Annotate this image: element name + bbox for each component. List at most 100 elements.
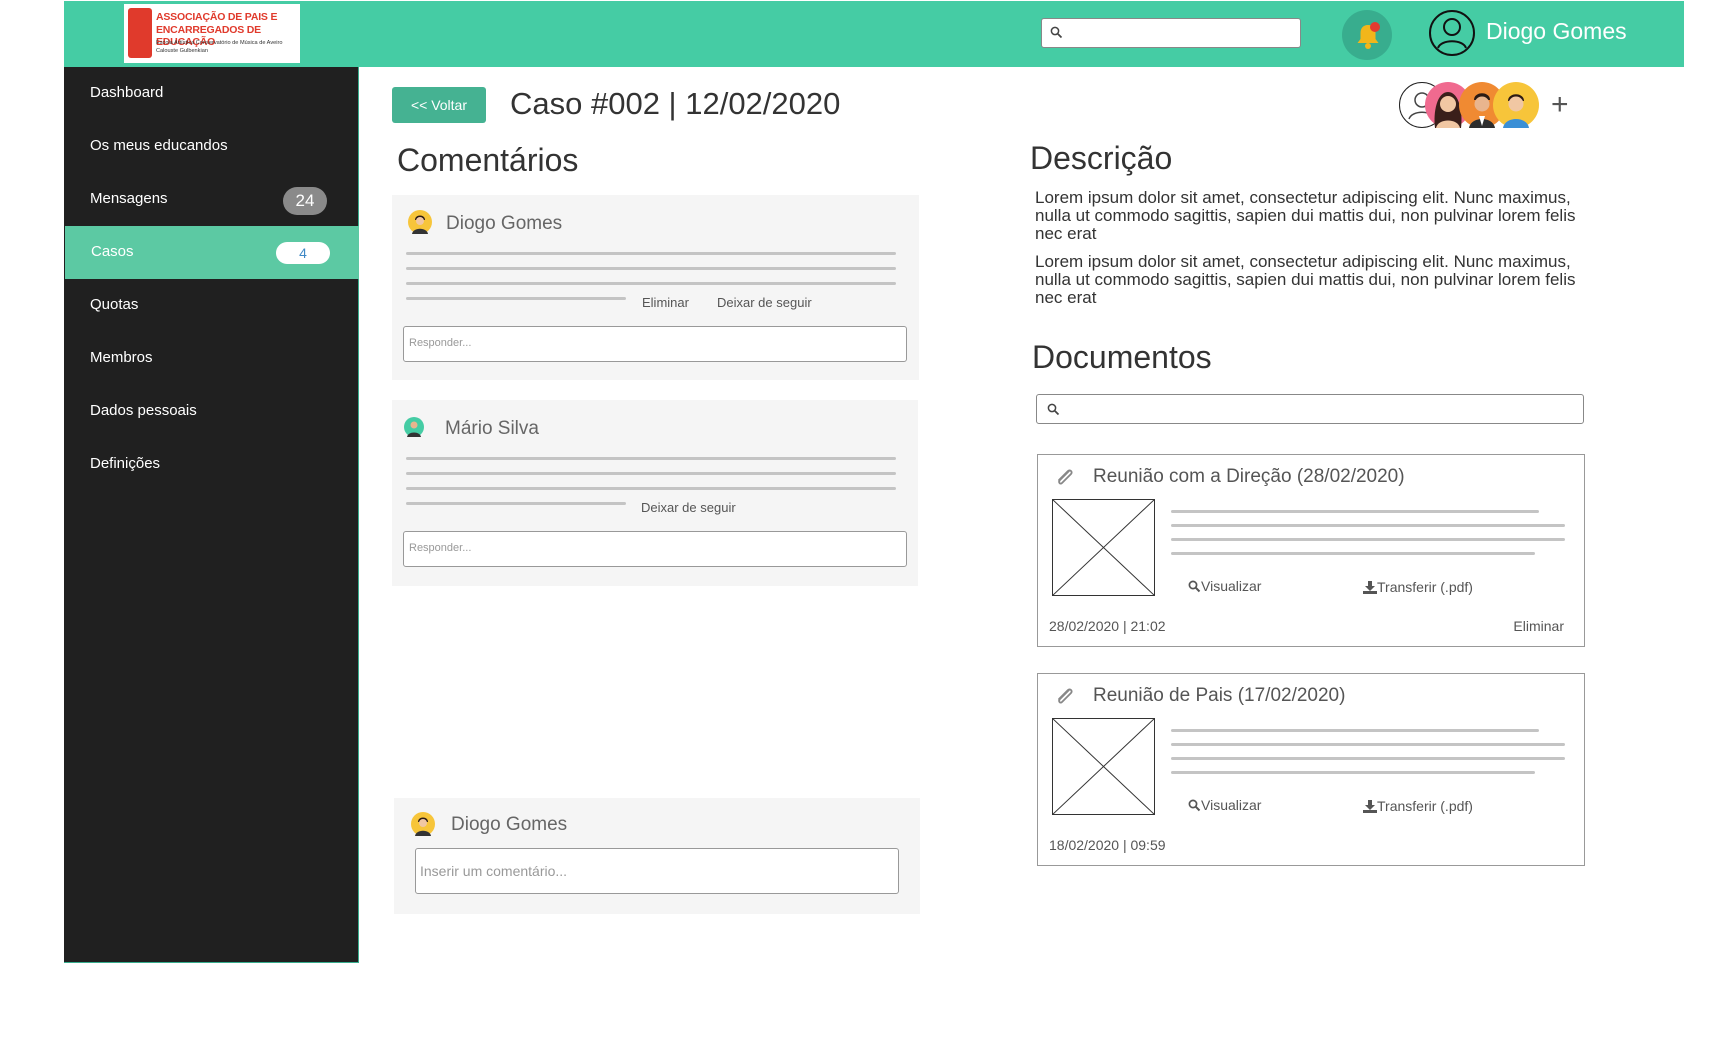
comment-text-line xyxy=(406,267,896,270)
sidebar-item-label: Casos xyxy=(91,243,134,260)
bell-icon xyxy=(1357,22,1380,49)
man-avatar-icon xyxy=(412,215,428,234)
logo-line-3: Escola Artística Conservatório de Música… xyxy=(156,40,283,46)
sidebar-item-dados-pessoais[interactable]: Dados pessoais xyxy=(64,385,359,438)
sidebar-item-casos[interactable]: Casos 4 xyxy=(65,226,359,279)
author-avatar xyxy=(408,210,432,234)
comment-card: Mário Silva Deixar de seguir Responder..… xyxy=(392,400,918,586)
author-avatar xyxy=(411,812,435,836)
download-label: Transferir (.pdf) xyxy=(1377,579,1473,595)
download-icon xyxy=(1363,581,1377,594)
view-label: Visualizar xyxy=(1201,797,1262,813)
comment-text-line xyxy=(406,502,626,505)
sidebar-item-os-meus-educandos[interactable]: Os meus educandos xyxy=(64,120,359,173)
paperclip-icon xyxy=(1058,688,1073,704)
sidebar-item-quotas[interactable]: Quotas xyxy=(64,279,359,332)
download-document-button[interactable]: Transferir (.pdf) xyxy=(1363,798,1473,814)
document-text-line xyxy=(1171,510,1539,513)
document-title[interactable]: Reunião com a Direção (28/02/2020) xyxy=(1093,466,1405,488)
comment-text-line xyxy=(406,472,896,475)
view-label: Visualizar xyxy=(1201,578,1262,594)
reply-input[interactable]: Responder... xyxy=(403,531,907,567)
case-participants xyxy=(1399,82,1569,130)
delete-comment-link[interactable]: Eliminar xyxy=(642,295,689,310)
man-avatar-icon xyxy=(407,421,421,437)
delete-document-link[interactable]: Eliminar xyxy=(1513,618,1564,634)
association-logo[interactable]: ASSOCIAÇÃO DE PAIS E ENCARREGADOS DE EDU… xyxy=(124,4,300,63)
notifications-button[interactable] xyxy=(1342,10,1392,60)
sidebar-item-mensagens[interactable]: Mensagens 24 xyxy=(64,173,359,226)
new-comment-author: Diogo Gomes xyxy=(451,814,568,835)
unfollow-link[interactable]: Deixar de seguir xyxy=(717,295,812,310)
sidebar-item-label: Dados pessoais xyxy=(90,402,197,419)
comment-text-line xyxy=(406,457,896,460)
paperclip-icon xyxy=(1058,469,1073,485)
comment-author: Diogo Gomes xyxy=(446,213,563,234)
document-text-line xyxy=(1171,552,1535,555)
sidebar-item-dashboard[interactable]: Dashboard xyxy=(64,67,359,120)
image-placeholder xyxy=(1052,499,1155,596)
comment-text-line xyxy=(406,297,626,300)
document-date: 18/02/2020 | 09:59 xyxy=(1049,837,1166,853)
search-icon xyxy=(1188,799,1201,812)
description-title: Descrição xyxy=(1030,140,1173,176)
description-paragraph: Lorem ipsum dolor sit amet, consectetur … xyxy=(1035,188,1576,243)
image-placeholder xyxy=(1052,718,1155,815)
documents-title: Documentos xyxy=(1032,339,1212,375)
comment-text-line xyxy=(406,252,896,255)
documents-search-input[interactable] xyxy=(1036,394,1584,424)
document-text-line xyxy=(1171,771,1535,774)
top-search-input[interactable] xyxy=(1041,18,1301,48)
messages-count-badge: 24 xyxy=(283,187,327,215)
user-avatar-icon[interactable] xyxy=(1428,9,1476,57)
comment-text-line xyxy=(406,282,896,285)
document-text-line xyxy=(1171,729,1539,732)
document-card: Reunião com a Direção (28/02/2020) Visua… xyxy=(1037,454,1585,647)
document-text-line xyxy=(1171,743,1565,746)
document-text-line xyxy=(1171,538,1565,541)
cases-count-badge: 4 xyxy=(276,242,330,264)
sidebar: Dashboard Os meus educandos Mensagens 24… xyxy=(64,67,359,963)
document-date: 28/02/2020 | 21:02 xyxy=(1049,618,1166,634)
search-icon xyxy=(1188,580,1201,593)
search-icon xyxy=(1047,403,1060,416)
sidebar-item-label: Mensagens xyxy=(90,190,168,207)
document-text-line xyxy=(1171,524,1565,527)
sidebar-item-label: Definições xyxy=(90,455,161,472)
comment-text-line xyxy=(406,487,896,490)
download-document-button[interactable]: Transferir (.pdf) xyxy=(1363,579,1473,595)
top-username[interactable]: Diogo Gomes xyxy=(1486,18,1627,45)
participant-avatar[interactable] xyxy=(1493,82,1539,128)
sidebar-item-label: Membros xyxy=(90,349,153,366)
document-text-line xyxy=(1171,757,1565,760)
sidebar-item-membros[interactable]: Membros xyxy=(64,332,359,385)
man-avatar-icon xyxy=(1503,94,1529,128)
sidebar-item-definicoes[interactable]: Definições xyxy=(64,438,359,491)
view-document-button[interactable]: Visualizar xyxy=(1188,797,1261,813)
document-title[interactable]: Reunião de Pais (17/02/2020) xyxy=(1093,685,1345,707)
view-document-button[interactable]: Visualizar xyxy=(1188,578,1261,594)
notification-dot xyxy=(1370,22,1380,32)
document-card: Reunião de Pais (17/02/2020) Visualizar … xyxy=(1037,673,1585,866)
download-label: Transferir (.pdf) xyxy=(1377,798,1473,814)
back-button[interactable]: << Voltar xyxy=(392,87,486,123)
search-icon xyxy=(1050,26,1063,39)
logo-mark-icon xyxy=(128,8,152,58)
unfollow-link[interactable]: Deixar de seguir xyxy=(641,500,736,515)
description-paragraph: Lorem ipsum dolor sit amet, consectetur … xyxy=(1035,252,1576,307)
add-participant-button[interactable]: + xyxy=(1551,88,1569,122)
comments-title: Comentários xyxy=(397,142,579,178)
logo-line-4: Calouste Gulbenkian xyxy=(156,48,208,54)
sidebar-item-label: Os meus educandos xyxy=(90,137,228,154)
case-title: Caso #002 | 12/02/2020 xyxy=(510,86,841,121)
man-avatar-icon xyxy=(415,817,431,836)
comment-author: Mário Silva xyxy=(445,418,539,439)
sidebar-item-label: Dashboard xyxy=(90,84,164,101)
new-comment-input[interactable]: Inserir um comentário... xyxy=(415,848,899,894)
download-icon xyxy=(1363,800,1377,813)
comment-card: Diogo Gomes Eliminar Deixar de seguir Re… xyxy=(392,195,919,380)
author-avatar xyxy=(404,417,424,437)
reply-input[interactable]: Responder... xyxy=(403,326,907,362)
logo-line-1: ASSOCIAÇÃO DE PAIS E xyxy=(156,11,278,23)
new-comment-card: Diogo Gomes Inserir um comentário... xyxy=(394,798,920,914)
